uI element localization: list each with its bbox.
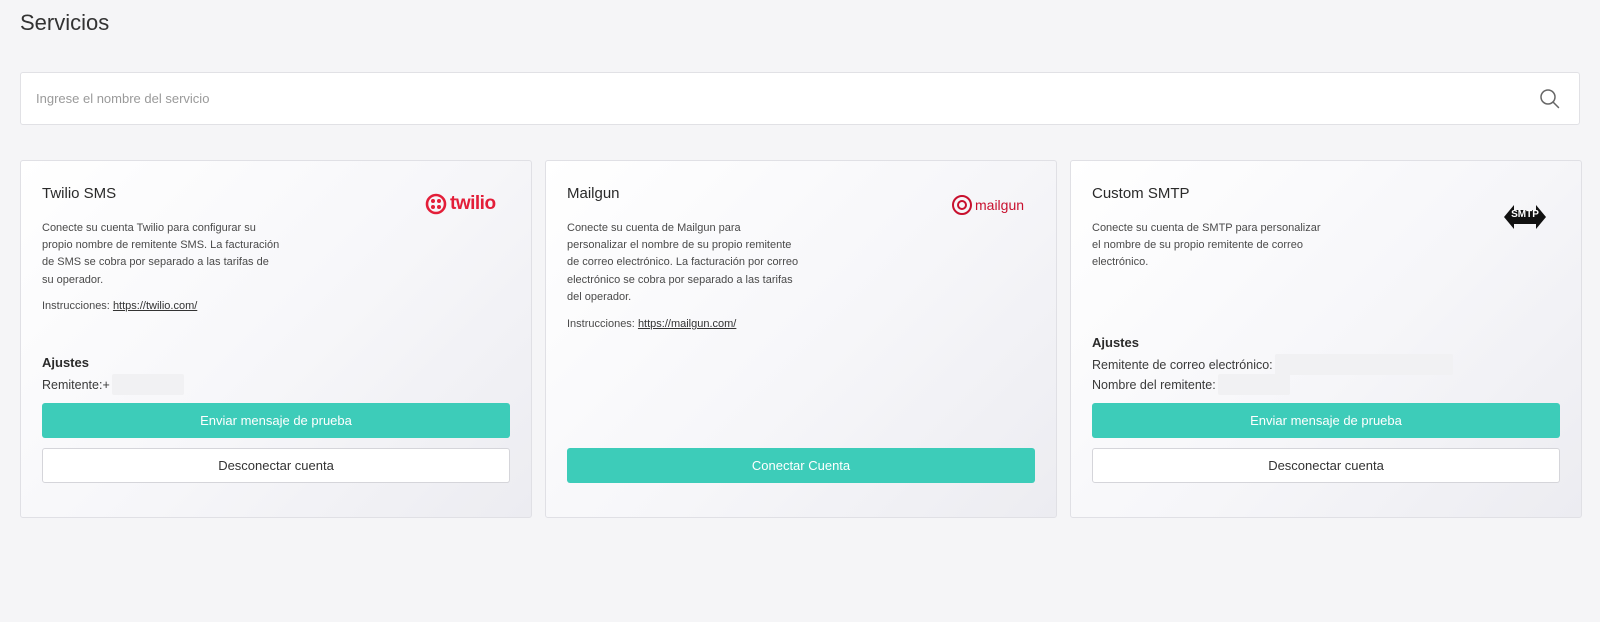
card-title: Twilio SMS <box>42 185 117 202</box>
search-icon[interactable] <box>1539 88 1560 109</box>
instructions: Instrucciones: https://mailgun.com/ <box>567 318 736 330</box>
instructions-link[interactable]: https://mailgun.com/ <box>638 318 736 330</box>
instructions: Instrucciones: https://twilio.com/ <box>42 300 197 312</box>
instructions-label: Instrucciones: <box>567 318 635 330</box>
page-title: Servicios <box>20 10 110 35</box>
setting-value: + <box>102 377 110 392</box>
setting-label: Remitente de correo electrónico: <box>1092 357 1273 372</box>
setting-sender-email: Remitente de correo electrónico: <box>1092 354 1453 375</box>
connect-account-button[interactable]: Conectar Cuenta <box>567 448 1035 483</box>
search-input[interactable] <box>36 73 1516 124</box>
twilio-logo: twilio <box>425 193 496 215</box>
smtp-logo-text: SMTP <box>1511 209 1539 220</box>
masked-value <box>1217 374 1290 395</box>
card-description: Conecte su cuenta de SMTP para personali… <box>1092 222 1321 269</box>
setting-label: Remitente: <box>42 377 103 392</box>
settings-heading: Ajustes <box>42 355 89 370</box>
twilio-icon <box>425 193 447 215</box>
mailgun-logo-text: mailgun <box>975 197 1025 213</box>
setting-sender-name: Nombre del remitente: <box>1092 374 1290 395</box>
setting-label: Nombre del remitente: <box>1092 377 1216 392</box>
instructions-label: Instrucciones: <box>42 300 110 312</box>
instructions-link[interactable]: https://twilio.com/ <box>113 300 197 312</box>
setting-sender: Remitente: + <box>42 374 184 395</box>
card-title: Custom SMTP <box>1092 185 1190 202</box>
masked-value <box>111 374 184 395</box>
card-title: Mailgun <box>567 185 620 202</box>
smtp-logo: SMTP <box>1504 201 1546 238</box>
disconnect-account-button[interactable]: Desconectar cuenta <box>42 448 510 483</box>
settings-heading: Ajustes <box>1092 335 1139 350</box>
mailgun-icon <box>952 195 972 215</box>
twilio-logo-text: twilio <box>450 193 496 214</box>
send-test-message-button[interactable]: Enviar mensaje de prueba <box>1092 403 1560 438</box>
search-box <box>20 72 1580 125</box>
send-test-message-button[interactable]: Enviar mensaje de prueba <box>42 403 510 438</box>
mailgun-logo: mailgun <box>951 194 1024 216</box>
disconnect-account-button[interactable]: Desconectar cuenta <box>1092 448 1560 483</box>
service-card-twilio: Twilio SMS twilio Conecte su cuenta Twil… <box>20 160 532 518</box>
card-description: Conecte su cuenta Twilio para configurar… <box>42 222 280 286</box>
service-card-smtp: Custom SMTP SMTP Conecte su cuenta de SM… <box>1070 160 1582 518</box>
card-description: Conecte su cuenta de Mailgun para person… <box>567 222 799 303</box>
masked-value <box>1274 354 1453 375</box>
service-card-mailgun: Mailgun mailgun Conecte su cuenta de Mai… <box>545 160 1057 518</box>
